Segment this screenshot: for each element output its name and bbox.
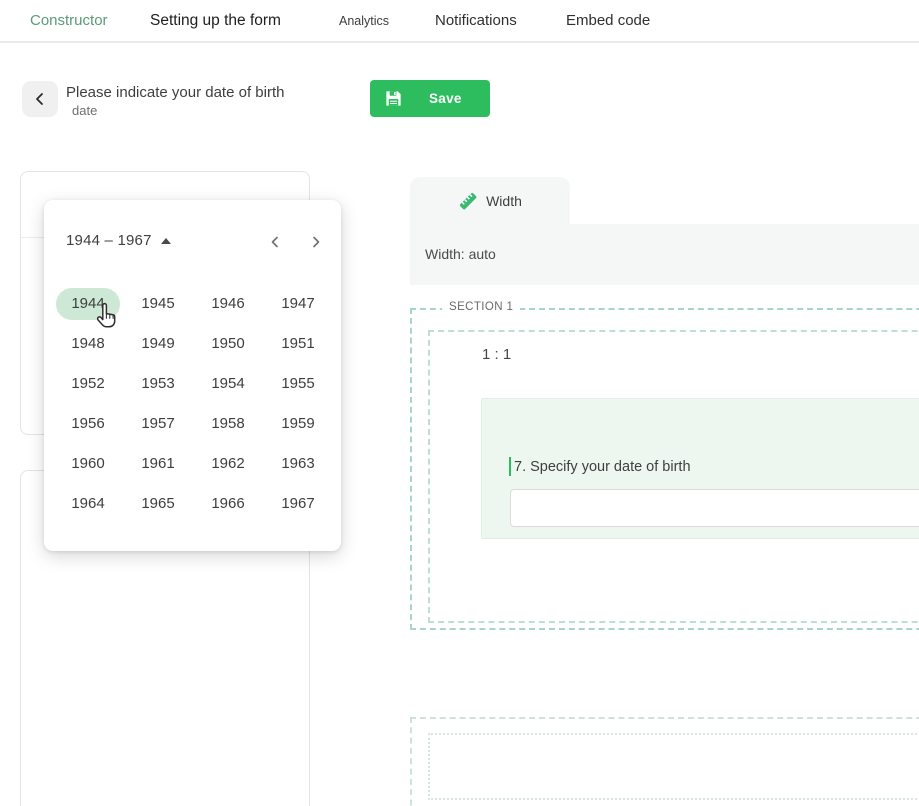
year-option-1946[interactable]: 1946 [196,288,260,320]
chevron-left-icon [33,91,47,107]
year-option-1960[interactable]: 1960 [56,448,120,480]
year-option-1948[interactable]: 1948 [56,328,120,360]
year-option-1962[interactable]: 1962 [196,448,260,480]
year-option-1957[interactable]: 1957 [126,408,190,440]
year-option-1956[interactable]: 1956 [56,408,120,440]
year-option-1959[interactable]: 1959 [266,408,330,440]
width-panel: Width: auto [410,224,919,285]
text-caret [509,457,511,476]
year-option-1963[interactable]: 1963 [266,448,330,480]
year-option-1951[interactable]: 1951 [266,328,330,360]
next-range-button[interactable] [302,228,330,256]
section-1-label: SECTION 1 [442,301,520,313]
year-option-1964[interactable]: 1964 [56,488,120,520]
year-option-1947[interactable]: 1947 [266,288,330,320]
year-grid: 1944194519461947 1948194919501951 19521953… [56,288,330,520]
triangle-up-icon [161,238,171,244]
section-1-row: 1 : 1 7. Specify your date of birth [428,330,919,623]
tab-constructor[interactable]: Constructor [30,12,108,29]
year-option-1958[interactable]: 1958 [196,408,260,440]
year-option-1955[interactable]: 1955 [266,368,330,400]
ruler-icon [458,191,478,211]
year-option-1944[interactable]: 1944 [56,288,120,320]
year-range-button[interactable]: 1944 – 1967 [66,232,171,249]
save-button-label: Save [429,91,462,106]
back-button[interactable] [22,81,58,117]
save-button[interactable]: Save [370,80,490,117]
year-option-1965[interactable]: 1965 [126,488,190,520]
width-tab[interactable]: Width [410,177,570,224]
question-block[interactable]: 7. Specify your date of birth [481,398,919,539]
width-value-text: Width: auto [425,246,496,262]
year-picker-dropdown: 1944 – 1967 1944194519461947 194819491950… [44,200,341,551]
page-subtitle: date [72,103,97,118]
floppy-disk-icon [384,89,403,108]
ratio-label: 1 : 1 [482,346,511,363]
year-option-1966[interactable]: 1966 [196,488,260,520]
section-1-container: SECTION 1 1 : 1 7. Specify your date of … [410,308,919,630]
question-answer-field[interactable] [510,489,919,527]
year-option-1950[interactable]: 1950 [196,328,260,360]
page-title: Please indicate your date of birth [66,84,284,101]
year-range-label: 1944 – 1967 [66,232,152,249]
previous-range-button[interactable] [261,228,289,256]
year-option-1952[interactable]: 1952 [56,368,120,400]
question-label[interactable]: 7. Specify your date of birth [509,457,691,476]
section-2-row [428,733,919,800]
section-2-container [410,717,919,806]
tab-setting-up-the-form[interactable]: Setting up the form [150,12,281,30]
form-builder-screen: Constructor Setting up the form Analytic… [0,0,919,806]
year-option-1954[interactable]: 1954 [196,368,260,400]
width-tab-label: Width [486,193,522,209]
question-label-text: 7. Specify your date of birth [514,459,691,475]
year-picker-header: 1944 – 1967 [44,200,341,276]
year-option-1953[interactable]: 1953 [126,368,190,400]
year-option-1967[interactable]: 1967 [266,488,330,520]
tab-embed-code[interactable]: Embed code [566,12,650,29]
tab-analytics[interactable]: Analytics [339,14,389,28]
year-option-1945[interactable]: 1945 [126,288,190,320]
tab-notifications[interactable]: Notifications [435,12,517,29]
year-option-1949[interactable]: 1949 [126,328,190,360]
year-option-1961[interactable]: 1961 [126,448,190,480]
top-tab-bar: Constructor Setting up the form Analytic… [0,0,919,43]
